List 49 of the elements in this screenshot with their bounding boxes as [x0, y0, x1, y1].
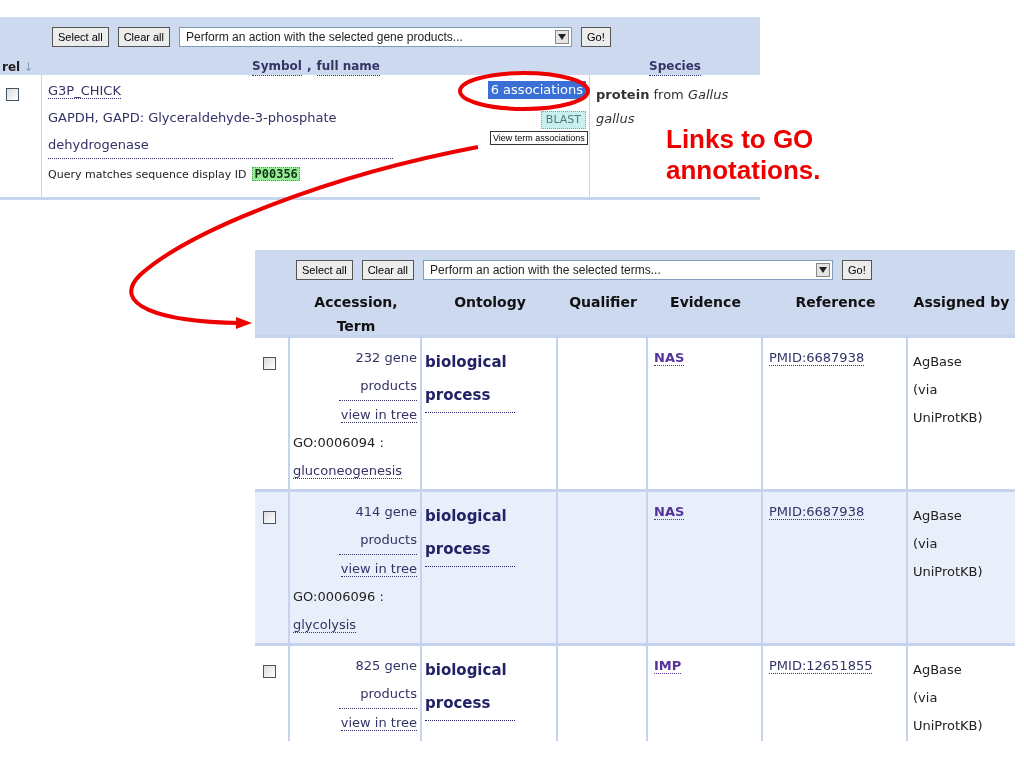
term-link[interactable]: glycolysis — [293, 617, 357, 633]
checkbox[interactable] — [263, 511, 276, 524]
column-header: Qualifier — [569, 293, 637, 312]
action-dropdown[interactable]: Perform an action with the selected gene products... — [179, 27, 572, 47]
caret-icon — [555, 30, 569, 44]
reference-link[interactable]: PMID:12651855 — [769, 658, 873, 674]
column-header: Accession, Term — [313, 293, 399, 336]
accession-text: GO:0006096 : — [293, 589, 384, 604]
reference-link[interactable]: PMID:6687938 — [769, 504, 865, 520]
blast-button[interactable]: BLAST — [540, 111, 586, 129]
separator: , — [306, 58, 312, 75]
gene-symbol-link[interactable]: G3P_CHICK — [48, 83, 121, 99]
ontology-link[interactable]: biological process — [425, 346, 515, 413]
accession-text: GO:0006094 : — [293, 435, 384, 450]
checkbox[interactable] — [6, 88, 19, 101]
column-header[interactable]: rel — [2, 57, 21, 76]
species-text: protein from Gallus gallus — [596, 87, 729, 126]
select-all-button[interactable]: Select all — [296, 260, 353, 280]
associations-link[interactable]: 6 associations — [487, 81, 586, 99]
clear-all-button[interactable]: Clear all — [361, 260, 414, 280]
go-button[interactable]: Go! — [581, 27, 611, 47]
column-header: Assigned by — [913, 293, 1010, 312]
column-header: Ontology — [454, 293, 526, 312]
term-link[interactable]: gluconeogenesis — [293, 463, 403, 479]
go-button[interactable]: Go! — [842, 260, 872, 280]
evidence-code-link[interactable]: NAS — [654, 504, 685, 520]
assigned-by-text: AgBase (via UniProtKB) — [913, 354, 983, 425]
select-all-button[interactable]: Select all — [52, 27, 109, 47]
checkbox[interactable] — [263, 357, 276, 370]
view-in-tree-link[interactable]: view in tree — [340, 715, 417, 731]
query-match-text: Query matches sequence display ID — [48, 168, 247, 180]
checkbox[interactable] — [263, 665, 276, 678]
evidence-code-link[interactable]: IMP — [654, 658, 682, 674]
reference-link[interactable]: PMID:6687938 — [769, 350, 865, 366]
assigned-by-text: AgBase (via UniProtKB) — [913, 662, 983, 733]
clear-all-button[interactable]: Clear all — [117, 27, 170, 47]
tooltip: View term associations — [490, 131, 588, 145]
caret-icon — [816, 263, 830, 277]
column-header: Reference — [795, 293, 876, 312]
gene-name-link[interactable]: GAPDH, GAPD: Glyceraldehyde-3-phosphate dehydrogenase — [48, 104, 393, 159]
view-in-tree-link[interactable]: view in tree — [340, 561, 417, 577]
display-id-badge[interactable]: P00356 — [252, 167, 300, 181]
ontology-link[interactable]: biological process — [425, 500, 515, 567]
evidence-code-link[interactable]: NAS — [654, 350, 685, 366]
assigned-by-text: AgBase (via UniProtKB) — [913, 508, 983, 579]
column-header: Evidence — [670, 293, 741, 312]
view-in-tree-link[interactable]: view in tree — [340, 407, 417, 423]
action-dropdown[interactable]: Perform an action with the selected terms... — [423, 260, 833, 280]
ontology-link[interactable]: biological process — [425, 654, 515, 721]
